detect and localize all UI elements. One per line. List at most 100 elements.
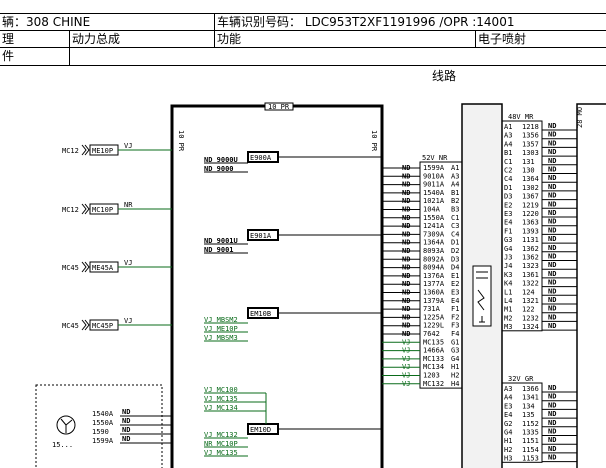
conn-r1-color: ND: [548, 244, 556, 252]
conn-mid-wire-id: 1203: [423, 372, 440, 380]
conn-mid-pin: H2: [451, 372, 459, 380]
conn-r2-color: ND: [548, 436, 556, 444]
conn-mid-wire-id: 1225A: [423, 313, 445, 321]
conn-r1-wire-id: 1362: [522, 245, 539, 253]
conn-mid-wire-id: 9011A: [423, 181, 445, 189]
conn-r1-pin: B1: [504, 149, 512, 157]
conn-mid-pin: C1: [451, 214, 459, 222]
wiring-diagram: 线路 10 PR 10 PR 10 PR 28 MO 15... MC12 ME1…: [35, 68, 606, 468]
conn-r2-color: ND: [548, 445, 556, 453]
ground-icon: [81, 203, 90, 215]
conn-mid-pin: E4: [451, 297, 459, 305]
conn-mid-pin: G1: [451, 338, 459, 346]
conn-r1-pin: A4: [504, 140, 512, 148]
fan-wire-id: 1599A: [92, 437, 114, 445]
conn-r2-wire-id: 1151: [522, 437, 539, 445]
conn-mid-pin: A3: [451, 172, 459, 180]
conn-mid-wire-id: 8094A: [423, 264, 445, 272]
ground-ref: MC12: [62, 147, 79, 155]
conn-mid-wire-id: 1599A: [423, 164, 445, 172]
conn-mid-pin: D2: [451, 247, 459, 255]
conn-mid-wire-id: 1241A: [423, 222, 445, 230]
ground-connector-label: MC45P: [92, 322, 113, 330]
conn-mid-wire-id: 1550A: [423, 214, 445, 222]
conn-r1-wire-id: 1364: [522, 175, 539, 183]
conn-r1-pin: C2: [504, 167, 512, 175]
conn-r1-color: ND: [548, 235, 556, 243]
conn-r1-pin: K4: [504, 280, 512, 288]
conn-r1-wire-id: 1367: [522, 193, 539, 201]
conn-r1-pin: L4: [504, 297, 512, 305]
conn-mid-pin: F2: [451, 313, 459, 321]
conn-r1-color: ND: [548, 157, 556, 165]
conn-r1-color: ND: [548, 166, 556, 174]
conn-mid-wire-id: MC134: [423, 363, 444, 371]
conn-mid-pin: E3: [451, 289, 459, 297]
conn-r1-pin: F1: [504, 227, 512, 235]
conn-r1-wire-id: 1363: [522, 219, 539, 227]
conn-r2-wire-id: 1152: [522, 420, 539, 428]
conn-r2-wire-id: 1366: [522, 385, 539, 393]
conn-r1-pin: A1: [504, 123, 512, 131]
splice-wire-label: VJ MC135: [204, 449, 238, 457]
conn-r1-pin: K3: [504, 271, 512, 279]
conn-r1-color: ND: [548, 270, 556, 278]
ground-wire-label: VJ: [124, 317, 132, 325]
conn-mid-wire-id: 104A: [423, 206, 441, 214]
conn-r1-pin: G4: [504, 245, 512, 253]
conn-r1-wire-id: 122: [522, 306, 535, 314]
conn-r1-color: ND: [548, 305, 556, 313]
splice-label: E900A: [250, 154, 272, 162]
ground-icon: [81, 144, 90, 156]
conn-r1-pin: G3: [504, 236, 512, 244]
conn-r1-pin: L1: [504, 288, 512, 296]
ground-connector-label: ME45A: [92, 264, 114, 272]
ground-ref: MC45: [62, 264, 79, 272]
conn-r1-pin: E4: [504, 219, 512, 227]
conn-r2-header: 32V GR: [508, 375, 534, 383]
conn-r2-pin: H3: [504, 455, 512, 463]
conn-r1-color: ND: [548, 131, 556, 139]
fan-ref: 15...: [52, 441, 73, 449]
conn-r1-pin: E3: [504, 210, 512, 218]
conn-r1-wire-id: 1323: [522, 262, 539, 270]
conn-mid-pin: D1: [451, 239, 459, 247]
conn-r1-wire-id: 124: [522, 288, 535, 296]
conn-mid-pin: H4: [451, 380, 459, 388]
conn-r1-pin: D1: [504, 184, 512, 192]
conn-r2-wire-id: 135: [522, 411, 535, 419]
conn-mid-wire-id: 1364A: [423, 239, 445, 247]
splice-wire-label: VJ ME10P: [204, 325, 238, 333]
diagram-title: 线路: [432, 68, 456, 83]
conn-mid-wire-id: 8092A: [423, 255, 445, 263]
ground-wire-label: NR: [124, 201, 133, 209]
ground-connector-label: ME10P: [92, 147, 113, 155]
conn-r2-pin: G4: [504, 429, 512, 437]
conn-r2-color: ND: [548, 419, 556, 427]
conn-r1-wire-id: 131: [522, 158, 535, 166]
conn-r1-pin: C1: [504, 158, 512, 166]
conn-r1-wire-id: 1357: [522, 140, 539, 148]
splice-wire-label: ND 9001: [204, 246, 234, 254]
conn-r2-pin: A3: [504, 385, 512, 393]
conn-r2-pin: E3: [504, 402, 512, 410]
fan-wire-id: 1590: [92, 428, 109, 436]
conn-mid-wire-id: 1540A: [423, 189, 445, 197]
conn-mid-pin: F3: [451, 322, 459, 330]
fan-wire-color: ND: [122, 417, 130, 425]
conn-r1-pin: J3: [504, 254, 512, 262]
conn-r1-color: ND: [548, 296, 556, 304]
conn-mid-pin: E1: [451, 272, 459, 280]
splice-wire-label: NR MC10P: [204, 440, 238, 448]
conn-r1-color: ND: [548, 122, 556, 130]
green-wire-label: VJ MC134: [204, 404, 238, 412]
conn-mid-wire-id: MC133: [423, 355, 444, 363]
splice-wire-label: ND 9000: [204, 165, 234, 173]
splice-wire-label: ND 9000U: [204, 156, 238, 164]
green-wire-label: VJ MC135: [204, 395, 238, 403]
conn-r1-pin: M1: [504, 306, 512, 314]
conn-mid-pin: F4: [451, 330, 459, 338]
conn-r1-pin: J4: [504, 262, 512, 270]
conn-r1-header: 48V MR: [508, 113, 534, 121]
conn-r1-pin: M2: [504, 314, 512, 322]
